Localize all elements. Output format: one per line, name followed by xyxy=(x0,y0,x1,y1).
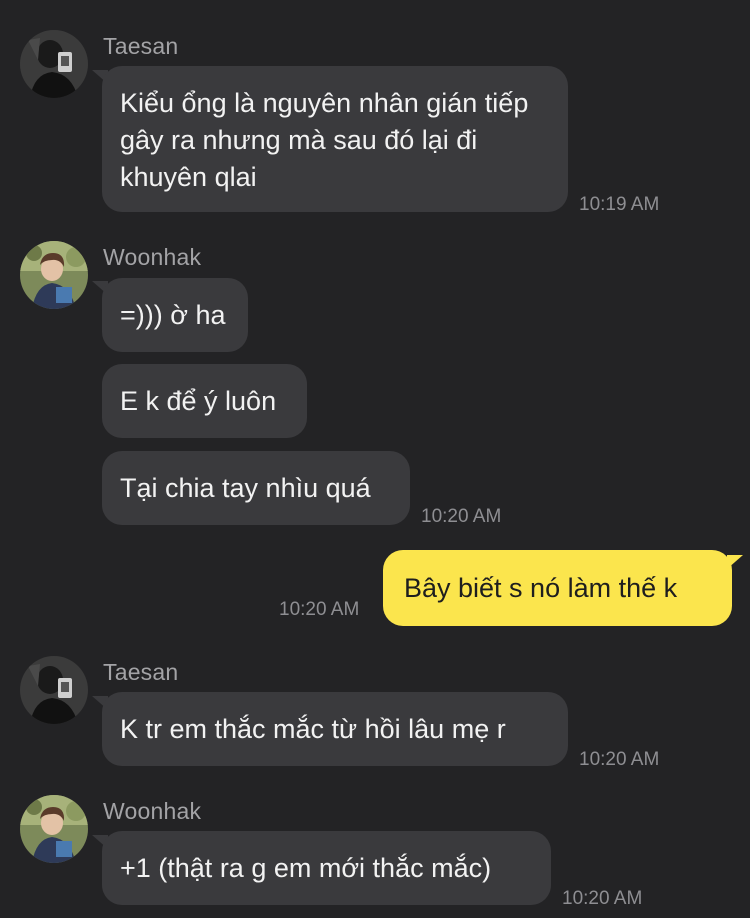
message-timestamp: 10:19 AM xyxy=(579,194,660,215)
woonhak-avatar[interactable] xyxy=(20,795,88,863)
sender-name: Taesan xyxy=(103,33,179,59)
message-timestamp: 10:20 AM xyxy=(579,749,660,770)
sender-name: Woonhak xyxy=(103,798,202,824)
message-bubble[interactable]: Kiểu ổng là nguyên nhân gián tiếp gây ra… xyxy=(102,66,568,212)
sender-name: Woonhak xyxy=(103,244,202,270)
taesan-avatar[interactable] xyxy=(20,30,88,98)
message-timestamp: 10:20 AM xyxy=(562,888,643,909)
message-bubble[interactable]: =))) ờ ha xyxy=(102,278,248,352)
message-timestamp: 10:20 AM xyxy=(421,506,502,527)
taesan-avatar[interactable] xyxy=(20,656,88,724)
message-bubble[interactable]: K tr em thắc mắc từ hồi lâu mẹ r xyxy=(102,692,568,766)
chat-conversation: Taesan Kiểu ổng là nguyên nhân gián tiếp… xyxy=(0,0,750,918)
woonhak-avatar[interactable] xyxy=(20,241,88,309)
sender-name: Taesan xyxy=(103,659,179,685)
own-message-bubble[interactable]: Bây biết s nó làm thế k xyxy=(383,550,732,626)
message-bubble[interactable]: Tại chia tay nhìu quá xyxy=(102,451,410,525)
message-bubble[interactable]: E k để ý luôn xyxy=(102,364,307,438)
bubble-tail xyxy=(727,555,743,569)
message-bubble[interactable]: +1 (thật ra g em mới thắc mắc) xyxy=(102,831,551,905)
message-timestamp: 10:20 AM xyxy=(279,599,360,620)
